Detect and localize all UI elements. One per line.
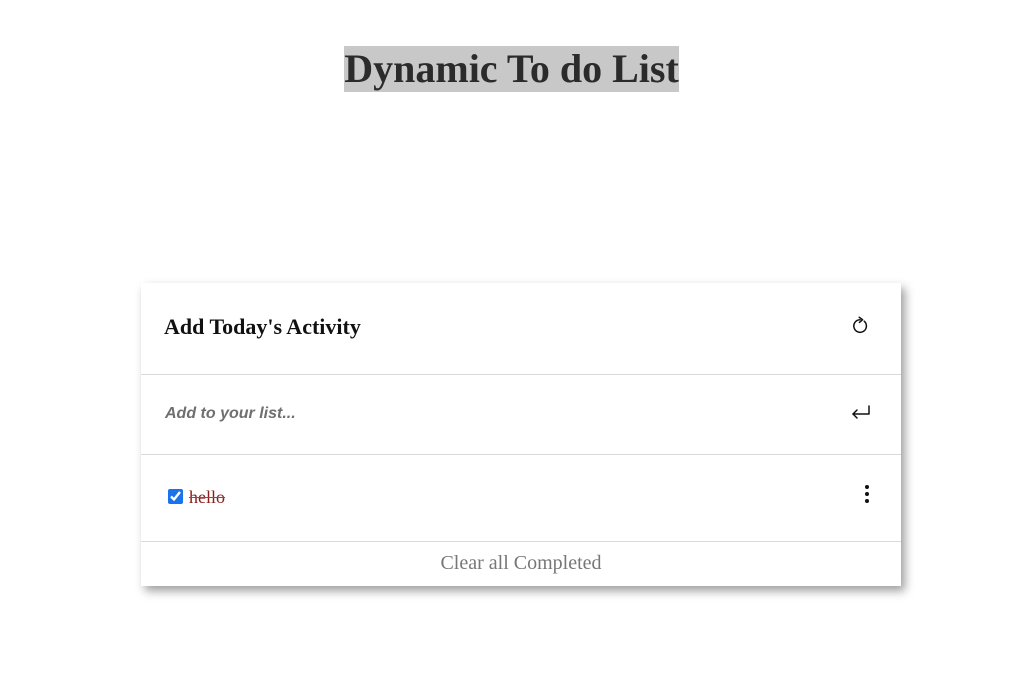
enter-return-icon[interactable] [849,401,873,425]
card-header: Add Today's Activity [141,283,901,375]
add-item-input[interactable] [165,402,805,426]
more-vertical-icon[interactable] [859,484,875,504]
refresh-icon[interactable] [849,315,871,337]
card-footer: Clear all Completed [141,542,901,586]
todo-item-checkbox[interactable] [168,489,183,504]
page-title-wrapper: Dynamic To do List [0,46,1023,92]
todo-list-item [141,455,901,542]
page-title: Dynamic To do List [344,46,679,92]
todo-card: Add Today's Activity hello Clear all Com… [141,283,901,586]
add-item-row [141,375,901,455]
clear-completed-button[interactable]: Clear all Completed [440,551,601,575]
card-title: Add Today's Activity [164,314,361,339]
todo-item-text: hello [189,487,225,507]
